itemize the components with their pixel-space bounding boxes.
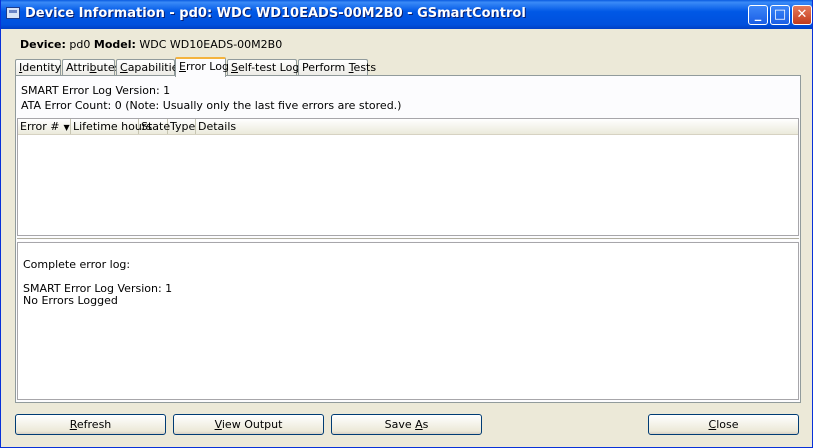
window-title: Device Information - pd0: WDC WD10EADS-0… (25, 6, 526, 21)
sort-down-icon: ▼ (63, 123, 70, 132)
model-value: WDC WD10EADS-00M2B0 (139, 38, 283, 51)
close-window-button[interactable]: ✕ (792, 5, 812, 25)
model-label: Model: (93, 38, 136, 51)
error-table[interactable]: Error # ▼ Lifetime hours State Type Detai… (17, 118, 799, 236)
column-lifetime-hours[interactable]: Lifetime hours (71, 119, 152, 134)
column-type[interactable]: Type (168, 119, 196, 134)
tab-error-log[interactable]: Error Log (175, 57, 229, 77)
ata-error-count: ATA Error Count: 0 (Note: Usually only t… (21, 99, 402, 112)
column-error-number[interactable]: Error # ▼ (18, 119, 71, 134)
title-bar[interactable]: Device Information - pd0: WDC WD10EADS-0… (1, 0, 812, 29)
view-output-button[interactable]: View Output (173, 414, 324, 435)
device-label: Device: (20, 38, 66, 51)
column-state[interactable]: State (139, 119, 170, 134)
device-value: pd0 (69, 38, 91, 51)
tab-identity[interactable]: Identity (15, 59, 61, 76)
save-as-button[interactable]: Save As (331, 414, 482, 435)
minimize-button[interactable]: _ (748, 5, 768, 25)
log-line: Complete error log: (23, 258, 131, 271)
tab-self-test-logs[interactable]: Self-test Logs (227, 59, 305, 76)
device-info-window: Device Information - pd0: WDC WD10EADS-0… (0, 0, 813, 448)
error-log-version: SMART Error Log Version: 1 (21, 84, 171, 97)
error-log-panel: SMART Error Log Version: 1 ATA Error Cou… (15, 75, 801, 403)
maximize-button[interactable]: □ (770, 5, 790, 25)
tab-perform-tests[interactable]: Perform Tests (298, 59, 376, 76)
close-button[interactable]: Close (648, 414, 799, 435)
complete-error-log-text[interactable]: Complete error log: SMART Error Log Vers… (17, 242, 799, 400)
drive-icon (6, 7, 20, 19)
log-line: No Errors Logged (23, 294, 118, 307)
error-table-header: Error # ▼ Lifetime hours State Type Detai… (18, 119, 798, 135)
device-summary: Device: pd0 Model: WDC WD10EADS-00M2B0 (20, 38, 282, 51)
column-details[interactable]: Details (196, 119, 798, 134)
pane-splitter[interactable] (17, 238, 799, 241)
tab-attributes[interactable]: Attributes (62, 59, 120, 76)
refresh-button[interactable]: Refresh (15, 414, 166, 435)
tab-capabilities[interactable]: Capabilities (116, 59, 184, 76)
